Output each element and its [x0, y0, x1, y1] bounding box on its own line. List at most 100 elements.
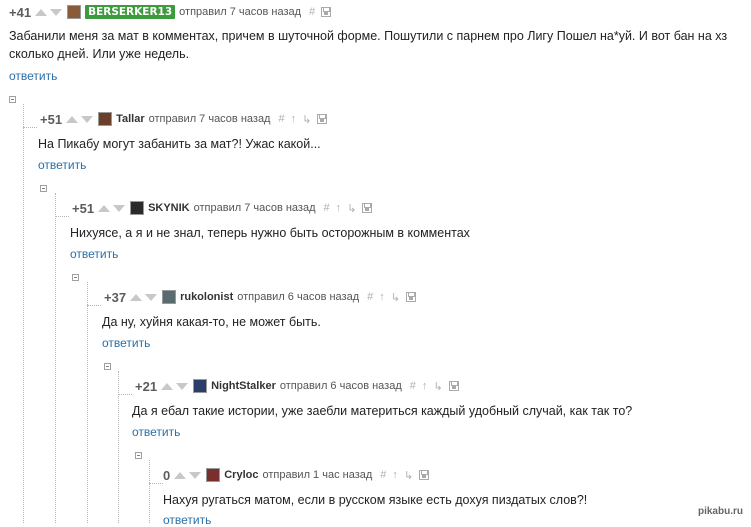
link-hash-icon[interactable]: #: [367, 291, 373, 303]
vote-controls: [174, 471, 202, 479]
comment-header: +21 NightStalker отправил 6 часов назад …: [135, 376, 465, 396]
parent-arrow-icon[interactable]: ↑: [422, 380, 428, 392]
downvote-icon[interactable]: [145, 293, 158, 301]
upvote-icon[interactable]: [161, 382, 174, 390]
thread-line: [55, 193, 56, 523]
comment-meta: отправил 6 часов назад: [279, 380, 402, 392]
vote-controls: [161, 382, 189, 390]
comment-rating: 0: [163, 467, 171, 483]
comment-text: На Пикабу могут забанить за мат?! Ужас к…: [38, 137, 321, 151]
link-hash-icon[interactable]: #: [410, 380, 416, 392]
vote-controls: [130, 293, 158, 301]
thread-branch-icon[interactable]: ↳: [302, 113, 311, 126]
username[interactable]: NightStalker: [211, 380, 276, 392]
comment-text: Да я ебал такие истории, уже заебли мате…: [132, 404, 633, 418]
collapse-toggle-icon[interactable]: [135, 452, 142, 459]
thread-connector: [118, 394, 132, 395]
upvote-icon[interactable]: [35, 8, 48, 16]
thread-line: [23, 104, 24, 523]
collapse-toggle-icon[interactable]: [104, 363, 111, 370]
reply-link[interactable]: ответить: [132, 425, 180, 439]
avatar[interactable]: [67, 5, 82, 19]
comment-actions: #: [309, 6, 337, 18]
upvote-icon[interactable]: [174, 471, 187, 479]
upvote-icon[interactable]: [130, 293, 143, 301]
username[interactable]: Cryloc: [224, 469, 258, 481]
comment-text: Нихуясе, а я и не знал, теперь нужно быт…: [70, 226, 470, 240]
downvote-icon[interactable]: [50, 8, 63, 16]
comment-text: Забанили меня за мат в комментах, причем…: [9, 29, 728, 61]
thread-line: [87, 282, 88, 523]
collapse-toggle-icon[interactable]: [72, 274, 79, 281]
reply-link[interactable]: ответить: [9, 69, 57, 83]
comment-actions: # ↑ ↳: [324, 202, 379, 215]
thread-connector: [55, 216, 69, 217]
username[interactable]: BERSERKER13: [85, 5, 176, 19]
avatar[interactable]: [130, 201, 145, 215]
vote-controls: [98, 204, 126, 212]
parent-arrow-icon[interactable]: ↑: [291, 113, 297, 125]
link-hash-icon[interactable]: #: [278, 113, 284, 125]
comment-meta: отправил 1 час назад: [262, 469, 373, 481]
comment-header: +51 SKYNIK отправил 7 часов назад # ↑ ↳: [72, 198, 378, 218]
parent-arrow-icon[interactable]: ↑: [336, 202, 342, 214]
comment-header: +37 rukolonist отправил 6 часов назад # …: [104, 287, 422, 307]
comment-rating: +21: [135, 378, 158, 394]
thread-connector: [87, 305, 101, 306]
avatar[interactable]: [206, 468, 221, 482]
username[interactable]: SKYNIK: [148, 202, 190, 214]
comment-header: +41 BERSERKER13 отправил 7 часов назад #: [9, 2, 337, 22]
comment-actions: # ↑ ↳: [367, 291, 422, 304]
collapse-toggle-icon[interactable]: [40, 185, 47, 192]
username[interactable]: rukolonist: [180, 291, 233, 303]
downvote-icon[interactable]: [176, 382, 189, 390]
comment-text: Да ну, хуйня какая-то, не может быть.: [102, 315, 321, 329]
avatar[interactable]: [193, 379, 208, 393]
downvote-icon[interactable]: [113, 204, 126, 212]
upvote-icon[interactable]: [66, 115, 79, 123]
username[interactable]: Tallar: [116, 113, 145, 125]
link-hash-icon[interactable]: #: [324, 202, 330, 214]
avatar[interactable]: [162, 290, 177, 304]
reply-link[interactable]: ответить: [163, 513, 211, 527]
thread-connector: [149, 483, 163, 484]
save-icon[interactable]: [405, 292, 416, 302]
comment-rating: +37: [104, 289, 127, 305]
vote-controls: [35, 8, 63, 16]
save-icon[interactable]: [317, 114, 328, 124]
site-watermark: pikabu.ru: [697, 506, 743, 517]
parent-arrow-icon[interactable]: ↑: [379, 291, 385, 303]
downvote-icon[interactable]: [81, 115, 94, 123]
thread-branch-icon[interactable]: ↳: [347, 202, 356, 215]
link-hash-icon[interactable]: #: [380, 469, 386, 481]
save-icon[interactable]: [448, 381, 459, 391]
comment-rating: +51: [40, 111, 63, 127]
comment-meta: отправил 7 часов назад: [193, 202, 316, 214]
comment-meta: отправил 7 часов назад: [179, 6, 302, 18]
comment-actions: # ↑ ↳: [278, 113, 333, 126]
thread-branch-icon[interactable]: ↳: [404, 469, 413, 482]
comment-rating: +51: [72, 200, 95, 216]
downvote-icon[interactable]: [189, 471, 202, 479]
reply-link[interactable]: ответить: [38, 158, 86, 172]
link-hash-icon[interactable]: #: [309, 6, 315, 18]
collapse-toggle-icon[interactable]: [9, 96, 16, 103]
vote-controls: [66, 115, 94, 123]
save-icon[interactable]: [362, 203, 373, 213]
reply-link[interactable]: ответить: [102, 336, 150, 350]
upvote-icon[interactable]: [98, 204, 111, 212]
comment-meta: отправил 7 часов назад: [148, 113, 271, 125]
thread-line: [149, 460, 150, 523]
comment-text: Нахуя ругаться матом, если в русском язы…: [163, 493, 588, 507]
thread-branch-icon[interactable]: ↳: [391, 291, 400, 304]
reply-link[interactable]: ответить: [70, 247, 118, 261]
comment-meta: отправил 6 часов назад: [237, 291, 360, 303]
comment-header: +51 Tallar отправил 7 часов назад # ↑ ↳: [40, 109, 333, 129]
parent-arrow-icon[interactable]: ↑: [392, 469, 398, 481]
thread-branch-icon[interactable]: ↳: [433, 380, 442, 393]
comment-rating: +41: [9, 4, 32, 20]
save-icon[interactable]: [419, 470, 430, 480]
save-icon[interactable]: [321, 7, 332, 17]
avatar[interactable]: [98, 112, 113, 126]
comment-actions: # ↑ ↳: [410, 380, 465, 393]
